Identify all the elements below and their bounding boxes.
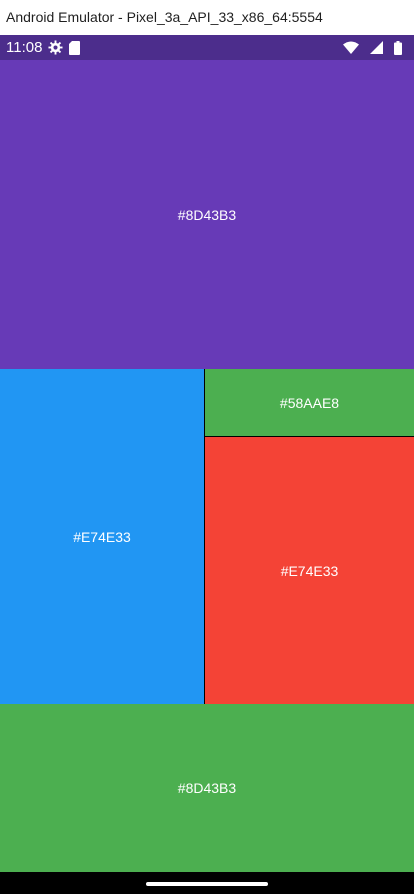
emulator-window: Android Emulator - Pixel_3a_API_33_x86_6… <box>0 0 414 894</box>
home-gesture-pill[interactable] <box>146 882 268 886</box>
window-title-bar: Android Emulator - Pixel_3a_API_33_x86_6… <box>0 0 414 35</box>
navigation-bar <box>0 872 414 894</box>
gear-icon <box>48 40 63 55</box>
color-block-top[interactable]: #8D43B3 <box>0 60 414 369</box>
color-block-right-bottom[interactable]: #E74E33 <box>205 437 414 704</box>
color-block-left[interactable]: #E74E33 <box>0 369 204 704</box>
color-block-right-top[interactable]: #58AAE8 <box>205 369 414 436</box>
color-block-bottom[interactable]: #8D43B3 <box>0 704 414 872</box>
color-block-label: #58AAE8 <box>279 394 340 411</box>
status-time: 11:08 <box>6 39 43 56</box>
battery-icon <box>394 40 402 55</box>
wifi-icon <box>343 41 359 54</box>
color-block-label: #E74E33 <box>73 528 131 545</box>
color-block-label: #8D43B3 <box>177 780 237 796</box>
color-block-label: #E74E33 <box>280 562 339 579</box>
cell-signal-icon <box>370 41 383 54</box>
window-title: Android Emulator - Pixel_3a_API_33_x86_6… <box>6 9 323 25</box>
status-bar: 11:08 <box>0 35 414 60</box>
sd-card-icon <box>69 40 81 55</box>
color-block-label: #8D43B3 <box>177 206 237 223</box>
